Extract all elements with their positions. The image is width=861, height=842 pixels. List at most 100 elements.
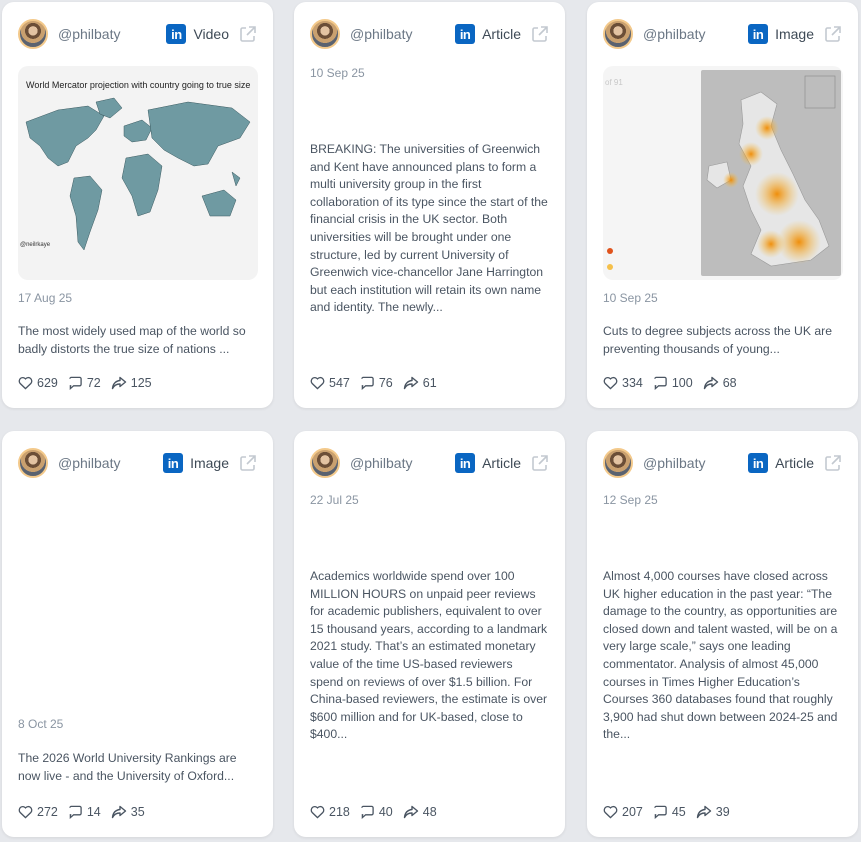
post-type-label: Video xyxy=(193,26,229,42)
post-excerpt[interactable]: The most widely used map of the world so… xyxy=(18,323,257,358)
post-type-label: Article xyxy=(482,455,521,471)
likes-stat[interactable]: 218 xyxy=(310,805,350,819)
legend-orange-dot xyxy=(607,248,613,254)
post-card[interactable]: @philbaty in Article 22 Jul 25 Academics… xyxy=(294,431,565,837)
avatar[interactable] xyxy=(603,448,633,478)
heart-icon xyxy=(18,805,33,819)
external-link-icon[interactable] xyxy=(824,454,842,472)
post-type-label: Image xyxy=(190,455,229,471)
comment-icon xyxy=(69,805,82,819)
shares-count: 68 xyxy=(722,376,737,390)
engagement-stats: 207 45 39 xyxy=(603,805,740,819)
post-excerpt[interactable]: Almost 4,000 courses have closed across … xyxy=(603,568,842,744)
share-icon xyxy=(111,376,126,390)
share-icon xyxy=(111,805,126,819)
comment-icon xyxy=(361,376,374,390)
share-icon xyxy=(696,805,711,819)
likes-stat[interactable]: 547 xyxy=(310,376,350,390)
shares-stat[interactable]: 35 xyxy=(111,805,145,819)
shares-count: 125 xyxy=(130,376,152,390)
author-handle[interactable]: @philbaty xyxy=(643,26,748,42)
post-date: 17 Aug 25 xyxy=(18,291,73,305)
engagement-stats: 218 40 48 xyxy=(310,805,447,819)
likes-stat[interactable]: 629 xyxy=(18,376,58,390)
comments-count: 45 xyxy=(671,805,686,819)
heart-icon xyxy=(603,805,618,819)
external-link-icon[interactable] xyxy=(824,25,842,43)
avatar[interactable] xyxy=(18,19,48,49)
comments-stat[interactable]: 14 xyxy=(68,805,101,819)
linkedin-icon: in xyxy=(455,453,476,473)
avatar[interactable] xyxy=(310,19,340,49)
comments-stat[interactable]: 76 xyxy=(360,376,393,390)
external-link-icon[interactable] xyxy=(239,454,257,472)
author-handle[interactable]: @philbaty xyxy=(58,455,163,471)
comments-stat[interactable]: 72 xyxy=(68,376,101,390)
post-type-label: Article xyxy=(775,455,814,471)
page-indicator: of 91 xyxy=(605,78,623,87)
linkedin-icon: in xyxy=(455,24,476,44)
shares-count: 48 xyxy=(422,805,437,819)
author-handle[interactable]: @philbaty xyxy=(350,26,455,42)
post-excerpt[interactable]: Cuts to degree subjects across the UK ar… xyxy=(603,323,842,358)
heart-icon xyxy=(310,805,325,819)
media-thumbnail[interactable]: of 91 xyxy=(603,66,843,280)
avatar[interactable] xyxy=(310,448,340,478)
engagement-stats: 334 100 68 xyxy=(603,376,747,390)
likes-stat[interactable]: 334 xyxy=(603,376,643,390)
external-link-icon[interactable] xyxy=(531,454,549,472)
post-card[interactable]: @philbaty in Video World Mercator projec… xyxy=(2,2,273,408)
avatar[interactable] xyxy=(18,448,48,478)
likes-stat[interactable]: 272 xyxy=(18,805,58,819)
comments-stat[interactable]: 45 xyxy=(653,805,686,819)
comments-stat[interactable]: 100 xyxy=(653,376,693,390)
comment-icon xyxy=(361,805,374,819)
likes-count: 334 xyxy=(622,376,643,390)
author-handle[interactable]: @philbaty xyxy=(58,26,166,42)
comments-count: 14 xyxy=(86,805,101,819)
avatar[interactable] xyxy=(603,19,633,49)
post-card[interactable]: @philbaty in Article 12 Sep 25 Almost 4,… xyxy=(587,431,858,837)
heart-icon xyxy=(18,376,33,390)
shares-stat[interactable]: 48 xyxy=(403,805,437,819)
linkedin-icon: in xyxy=(163,453,184,473)
shares-stat[interactable]: 68 xyxy=(703,376,737,390)
share-icon xyxy=(703,376,718,390)
uk-heatmap xyxy=(706,75,836,267)
post-date: 12 Sep 25 xyxy=(603,493,658,507)
shares-count: 39 xyxy=(715,805,730,819)
legend-yellow-dot xyxy=(607,264,613,270)
comments-count: 72 xyxy=(86,376,101,390)
engagement-stats: 629 72 125 xyxy=(18,376,162,390)
comment-icon xyxy=(69,376,82,390)
likes-count: 629 xyxy=(37,376,58,390)
external-link-icon[interactable] xyxy=(239,25,257,43)
shares-count: 61 xyxy=(422,376,437,390)
comments-count: 40 xyxy=(378,805,393,819)
post-date: 22 Jul 25 xyxy=(310,493,359,507)
shares-stat[interactable]: 39 xyxy=(696,805,730,819)
post-card[interactable]: @philbaty in Article 10 Sep 25 BREAKING:… xyxy=(294,2,565,408)
post-excerpt[interactable]: BREAKING: The universities of Greenwich … xyxy=(310,141,549,317)
shares-count: 35 xyxy=(130,805,145,819)
media-credit: @neilrkaye xyxy=(20,242,51,248)
post-card[interactable]: @philbaty in Image of 91 10 Sep 25 Cuts … xyxy=(587,2,858,408)
shares-stat[interactable]: 61 xyxy=(403,376,437,390)
post-card[interactable]: @philbaty in Image 8 Oct 25 The 2026 Wor… xyxy=(2,431,273,837)
author-handle[interactable]: @philbaty xyxy=(350,455,455,471)
likes-stat[interactable]: 207 xyxy=(603,805,643,819)
share-icon xyxy=(403,376,418,390)
external-link-icon[interactable] xyxy=(531,25,549,43)
comments-stat[interactable]: 40 xyxy=(360,805,393,819)
linkedin-icon: in xyxy=(748,453,769,473)
likes-count: 207 xyxy=(622,805,643,819)
author-handle[interactable]: @philbaty xyxy=(643,455,748,471)
engagement-stats: 272 14 35 xyxy=(18,805,155,819)
linkedin-icon: in xyxy=(748,24,769,44)
shares-stat[interactable]: 125 xyxy=(111,376,152,390)
likes-count: 218 xyxy=(329,805,350,819)
heart-icon xyxy=(603,376,618,390)
post-excerpt[interactable]: The 2026 World University Rankings are n… xyxy=(18,750,257,785)
post-excerpt[interactable]: Academics worldwide spend over 100 MILLI… xyxy=(310,568,549,744)
media-thumbnail[interactable]: World Mercator projection with country g… xyxy=(18,66,258,280)
